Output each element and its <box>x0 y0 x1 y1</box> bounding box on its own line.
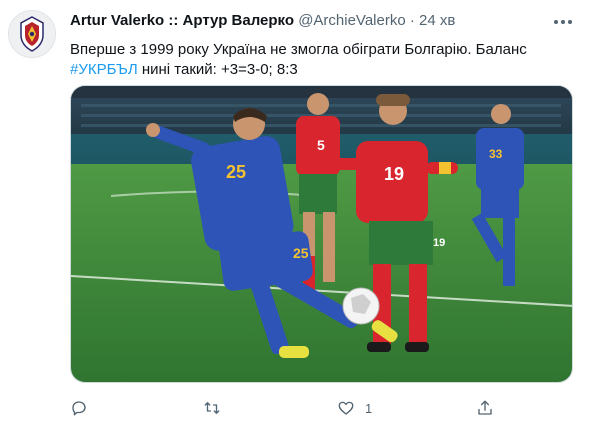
tweet-actions: 1 <box>70 396 500 420</box>
svg-text:33: 33 <box>489 147 503 161</box>
like-button[interactable]: 1 <box>337 396 372 420</box>
separator-dot: · <box>409 12 415 29</box>
author-name[interactable]: Artur Valerko :: Артур Валерко <box>70 12 294 29</box>
retweet-icon <box>204 402 220 414</box>
share-button[interactable] <box>476 396 494 420</box>
reply-icon <box>72 401 86 416</box>
svg-text:25: 25 <box>293 245 309 261</box>
tweet-photo[interactable]: 5 33 19 19 25 25 <box>70 85 573 383</box>
club-crest-icon <box>9 11 55 57</box>
like-count: 1 <box>365 400 373 416</box>
svg-text:19: 19 <box>433 237 445 249</box>
svg-text:25: 25 <box>226 162 246 182</box>
more-options-icon[interactable] <box>551 12 575 32</box>
avatar[interactable] <box>8 10 56 58</box>
reply-button[interactable] <box>70 396 88 420</box>
share-icon <box>478 400 492 415</box>
football-match-photo: 5 33 19 19 25 25 <box>71 86 572 382</box>
tweet-time[interactable]: 24 хв <box>419 12 455 29</box>
tweet-text: Вперше з 1999 року Україна не змогла обі… <box>70 40 570 80</box>
author-handle[interactable]: @ArchieValerko <box>298 12 406 29</box>
tweet-text-line1: Вперше з 1999 року Україна не змогла обі… <box>70 41 527 58</box>
hashtag-link[interactable]: #УКРБЪЛ <box>70 61 138 78</box>
tweet-header: Artur Valerko :: Артур Валерко @ArchieVa… <box>70 12 575 32</box>
tweet-text-line2: нині такий: +3=3-0; 8:3 <box>137 61 298 78</box>
retweet-button[interactable] <box>203 396 221 420</box>
svg-text:19: 19 <box>384 164 404 184</box>
svg-text:5: 5 <box>317 137 325 153</box>
heart-icon <box>338 401 354 415</box>
